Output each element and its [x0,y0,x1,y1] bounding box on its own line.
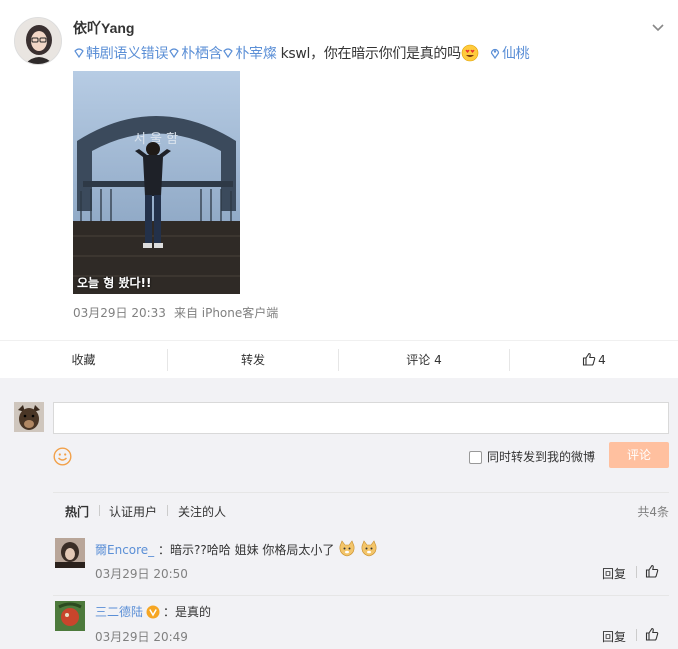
heart-eyes-emoji-icon [461,44,479,62]
reply-button[interactable]: 回复 [602,565,626,582]
filter-following[interactable]: 关注的人 [178,503,226,520]
location-label: 仙桃 [501,46,530,62]
post-meta: 03月29日 20:33 来自 iPhone客户端 [73,304,278,321]
doge-emoji-icon [361,540,377,557]
divider [636,566,637,578]
comment-button[interactable]: 评论 4 [339,341,509,379]
thumbs-up-icon[interactable] [645,564,659,578]
divider [636,629,637,641]
comment-total: 共4条 [637,505,669,519]
favorite-button[interactable]: 收藏 [0,341,167,379]
like-button[interactable]: 4 [510,341,678,379]
emoji-picker-icon[interactable] [53,447,72,466]
reply-button[interactable]: 回复 [602,628,626,645]
post-time[interactable]: 03月29日 20:33 [73,306,166,320]
author-avatar[interactable] [14,17,62,65]
topic-link[interactable]: 朴栖含 [168,46,223,62]
comment-text: ：暗示??哈哈 姐妹 你格局太小了 [158,543,335,557]
doge-emoji-icon [339,540,355,557]
like-count: 4 [598,353,606,367]
topic-label: 朴栖含 [181,46,223,62]
commenter-avatar[interactable] [55,601,85,631]
photo-caption: 오늘 형 봤다!! [77,276,152,290]
topic-icon [169,48,179,59]
chevron-down-icon[interactable] [650,20,666,36]
post-action-bar: 收藏 转发 评论 4 4 [0,340,678,378]
comment-time: 03月29日 20:49 [95,630,188,644]
location-link[interactable]: 仙桃 [489,46,530,62]
verified-badge-icon [146,605,160,619]
topic-link[interactable]: 韩剧语义错误 [73,46,169,62]
repost-button[interactable]: 转发 [168,341,338,379]
filter-hot[interactable]: 热门 [65,503,89,520]
thumbs-up-icon [583,352,596,366]
thumbs-up-icon[interactable] [645,627,659,641]
post-card: 依吖Yang 韩剧语义错误朴栖含朴宰燦 kswl，你在暗示你们是真的吗 仙桃 [0,0,678,340]
author-name[interactable]: 依吖Yang [73,18,134,38]
commenter-avatar[interactable] [55,538,85,568]
filter-verified[interactable]: 认证用户 [109,503,157,520]
comment-input[interactable] [53,402,669,434]
comment-content: 爾Encore_ ：暗示??哈哈 姐妹 你格局太小了 [95,540,378,558]
repost-checkbox-label: 同时转发到我的微博 [487,450,596,464]
commenter-name[interactable]: 三二德陆 [95,605,143,619]
divider [167,505,168,516]
topic-link[interactable]: 朴宰燦 [222,46,277,62]
topic-icon [74,48,84,59]
location-pin-icon [490,48,500,59]
post-text: 韩剧语义错误 朴栖含 朴宰燦 kswl，你在暗示你们是真的吗 仙桃 [73,43,530,63]
topic-label: 韩剧语义错误 [86,46,169,62]
comment-filter-bar: 热门 认证用户 关注的人 共4条 [53,492,669,526]
topic-label: 朴宰燦 [235,46,277,62]
my-avatar[interactable] [14,402,44,432]
comment-item: 爾Encore_ ：暗示??哈哈 姐妹 你格局太小了 03月29日 20:50 … [53,536,669,596]
comment-section: 同时转发到我的微博 评论 热门 认证用户 关注的人 共4条 爾Encore_ ：… [0,378,678,649]
weibo-post-page: 依吖Yang 韩剧语义错误朴栖含朴宰燦 kswl，你在暗示你们是真的吗 仙桃 [0,0,678,649]
repost-checkbox[interactable] [469,451,482,464]
comment-item: 三二德陆 ：是真的 03月29日 20:49 回复 [53,599,669,649]
comment-time: 03月29日 20:50 [95,567,188,581]
submit-comment-button[interactable]: 评论 [609,442,669,468]
topic-icon [223,48,234,59]
commenter-name[interactable]: 爾Encore_ [95,543,154,557]
comment-content: 三二德陆 ：是真的 [95,603,211,620]
post-photo[interactable]: 서 울 함 오늘 형 봤다!! [73,71,240,294]
post-source[interactable]: 来自 iPhone客户端 [174,306,278,320]
divider [99,505,100,516]
comment-text: ：是真的 [163,605,212,619]
post-body-text: kswl，你在暗示你们是真的吗 [280,46,462,62]
